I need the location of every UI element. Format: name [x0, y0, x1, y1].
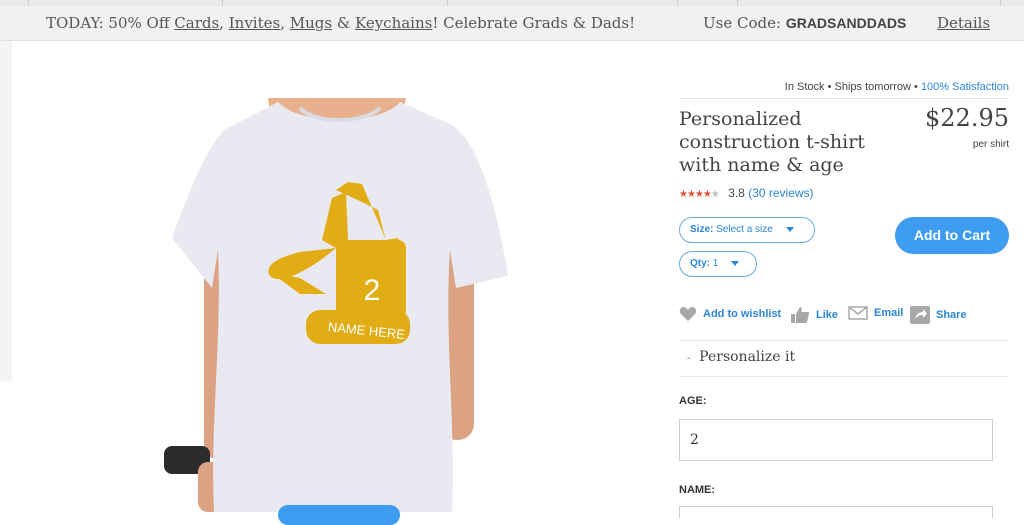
promo-separator: , [280, 14, 285, 32]
qty-label: Qty: [690, 258, 710, 269]
personalize-header: Personalize it [699, 349, 796, 365]
divider [679, 376, 1009, 377]
promo-details-link[interactable]: Details [937, 14, 990, 32]
satisfaction-link[interactable]: 100% Satisfaction [921, 81, 1009, 93]
ships-text: Ships tomorrow [834, 81, 911, 93]
stock-status: In Stock • Ships tomorrow • 100% Satisfa… [785, 81, 1009, 93]
age-field[interactable]: 2 [679, 419, 993, 461]
email-button[interactable]: Email [848, 306, 903, 320]
name-field[interactable] [679, 506, 993, 518]
envelope-icon [848, 306, 868, 320]
size-value: Select a size [716, 224, 773, 235]
size-select[interactable]: Size: Select a size [679, 217, 815, 243]
promo-link-invites[interactable]: Invites [229, 14, 280, 32]
promo-banner: TODAY: 50% Off Cards, Invites, Mugs & Ke… [0, 6, 1024, 41]
heart-icon [679, 306, 697, 321]
promo-link-cards[interactable]: Cards [174, 14, 219, 32]
share-label: Share [936, 309, 967, 321]
thumbs-up-icon [791, 307, 810, 323]
image-action-button[interactable] [278, 505, 400, 525]
personalize-bullet: - [687, 351, 691, 364]
divider [679, 98, 1009, 99]
shirt-number: 2 [364, 274, 381, 307]
add-to-cart-button[interactable]: Add to Cart [895, 217, 1009, 254]
promo-ampersand: & [336, 14, 351, 32]
promo-code: Use Code: GRADSANDDADS [703, 14, 906, 32]
share-icon [910, 306, 930, 324]
product-price: $22.95 [925, 104, 1009, 132]
add-to-wishlist-button[interactable]: Add to wishlist [679, 306, 781, 322]
reviews-link[interactable]: (30 reviews) [748, 186, 813, 200]
email-label: Email [874, 307, 904, 319]
like-label: Like [816, 309, 839, 321]
promo-tail: ! Celebrate Grads & Dads! [432, 14, 636, 32]
chevron-down-icon [785, 226, 794, 232]
wishlist-label: Add to wishlist [703, 308, 782, 320]
promo-code-value: GRADSANDDADS [785, 15, 907, 31]
product-image[interactable]: 2 NAME HERE [100, 90, 620, 512]
promo-link-keychains[interactable]: Keychains [355, 14, 432, 32]
rating-stars-icon: ★★★★★ [679, 189, 720, 200]
share-button[interactable]: Share [910, 306, 967, 324]
price-unit: per shirt [972, 139, 1009, 150]
qty-value: 1 [712, 258, 719, 269]
promo-separator: , [219, 14, 224, 32]
rating-value: 3.8 [728, 186, 745, 200]
product-title: Personalized construction t-shirt with n… [679, 108, 865, 176]
chevron-down-icon [731, 260, 740, 266]
quantity-select[interactable]: Qty: 1 [679, 251, 757, 277]
side-panel-edge [0, 41, 12, 381]
name-label: NAME: [679, 484, 716, 496]
promo-link-mugs[interactable]: Mugs [290, 14, 332, 32]
promo-code-label: Use Code: [703, 14, 782, 32]
promo-text: TODAY: 50% Off Cards, Invites, Mugs & Ke… [46, 14, 635, 32]
promo-today: TODAY: 50% Off [46, 14, 170, 32]
age-label: AGE: [679, 395, 707, 407]
in-stock-text: In Stock [784, 81, 825, 93]
divider [679, 340, 1009, 341]
product-rating: ★★★★★ 3.8 (30 reviews) [679, 186, 814, 200]
personalize-toggle[interactable]: - Personalize it [687, 349, 795, 365]
like-button[interactable]: Like [790, 306, 838, 324]
status-dot: • [914, 81, 918, 93]
status-dot: • [827, 81, 832, 93]
size-label: Size: [690, 224, 714, 235]
